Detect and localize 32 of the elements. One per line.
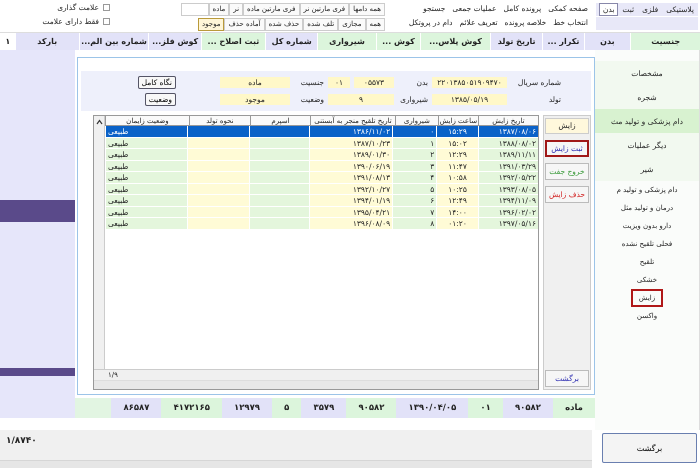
checkbox[interactable] [103,4,110,11]
column-header[interactable]: شماره بین الم... [78,33,148,50]
scrollbar[interactable] [94,380,538,389]
summary-cell: ۵ [272,398,302,418]
column-header[interactable]: بارکد [14,33,79,50]
summary-cell: ۳۵۷۹ [301,398,346,418]
summary-cell: ۱۳۹۰/۰۴/۰۵ [396,398,468,418]
summary-cell: ۰۱ [468,398,503,418]
summary-cell: ۴۱۷۲۱۶۵ [161,398,222,418]
column-header[interactable]: جنسیت [630,33,700,50]
summary-cell: ۹۰۵۸۲ [502,398,553,418]
column-header[interactable]: بدن [584,33,630,50]
summary-cell: ماده [553,398,595,418]
column-header[interactable]: تکرار ... [542,33,584,50]
record-counter: ۱/۸۷۴۰ [5,436,37,446]
scroll-up-icon[interactable] [96,119,102,125]
column-header[interactable]: ثبت اصلاح ... [200,33,265,50]
scrollbar[interactable] [0,460,592,468]
summary-cell: ۸۶۵۸۷ [111,398,162,418]
column-header[interactable]: کوش پلاس... [420,33,490,50]
column-header[interactable]: شماره کل [264,33,318,50]
column-header[interactable]: شیرواری [317,33,376,50]
column-header[interactable]: کوش فلز... [148,33,201,50]
summary-cell: ۹۰۵۸۲ [346,398,396,418]
column-header[interactable]: تاریخ تولد [490,33,542,50]
column-header[interactable]: کوش ... [376,33,420,50]
input-field[interactable] [180,3,209,16]
back-button[interactable]: برگشت [602,433,697,463]
checkbox[interactable] [103,18,110,25]
summary-cell: ۱۲۹۷۹ [222,398,272,418]
summary-cell [75,398,112,418]
scrollbar[interactable] [94,116,105,369]
